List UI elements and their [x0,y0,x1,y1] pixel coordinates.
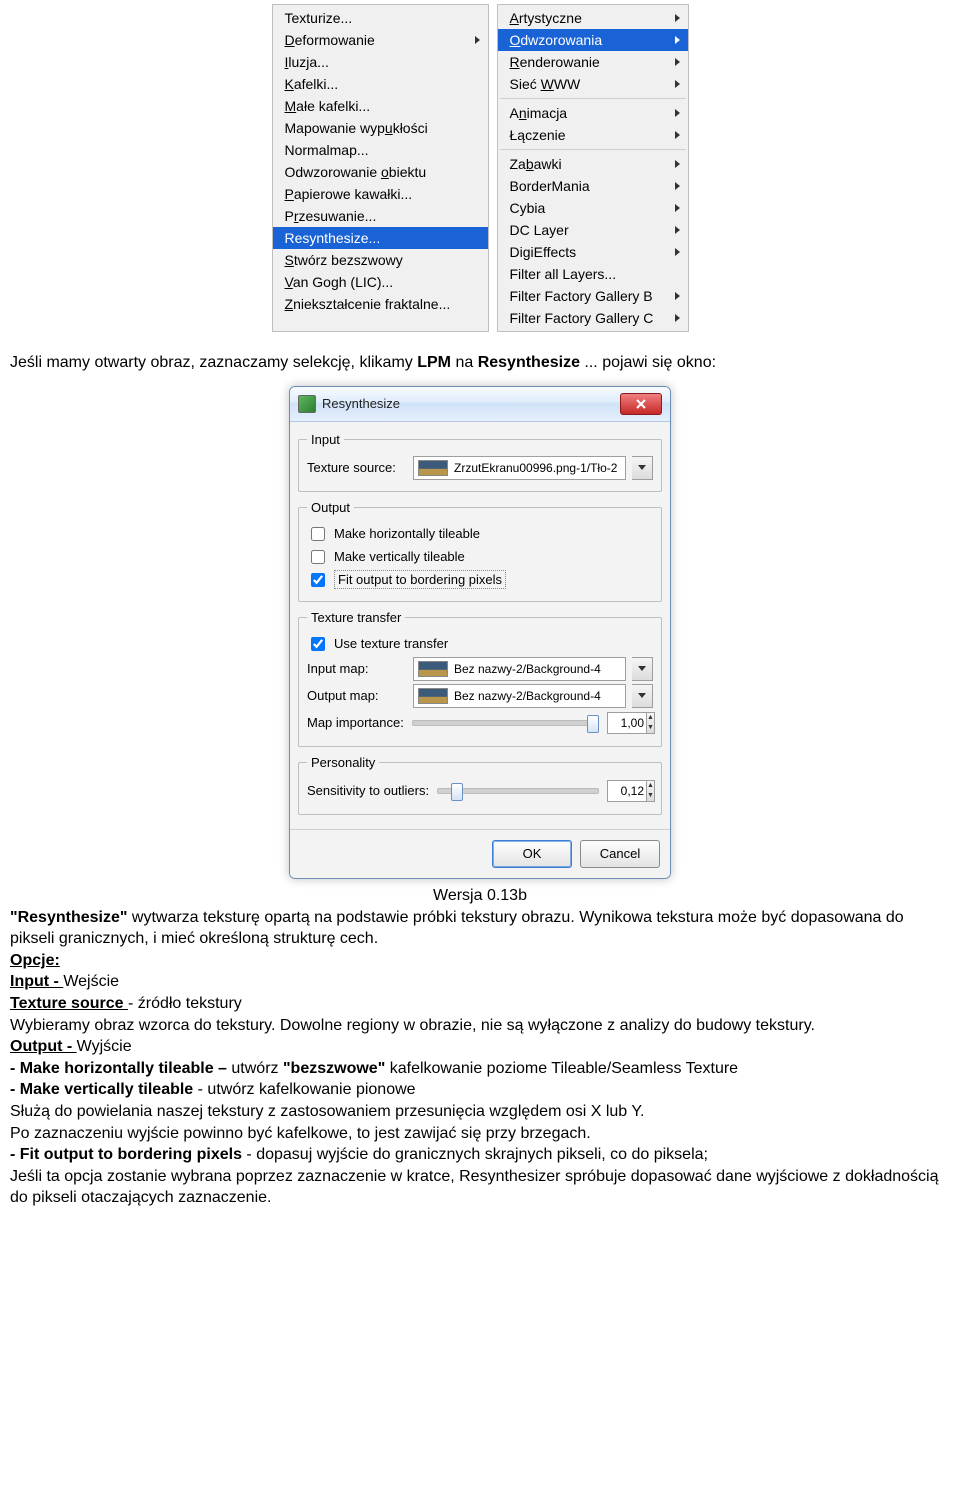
thumbnail-icon [418,661,448,677]
output-map-value: Bez nazwy-2/Background-4 [454,689,601,703]
map-importance-label: Map importance: [307,715,404,730]
output-map-label: Output map: [307,688,407,703]
menu-item-cybia[interactable]: Cybia [498,197,688,219]
menu-item-papierowe[interactable]: Papierowe kawałki... [273,183,488,205]
close-icon[interactable] [620,393,662,415]
chevron-up-icon[interactable]: ▲ [647,781,654,791]
menu-item-male-kafelki[interactable]: Małe kafelki... [273,95,488,117]
chevron-down-icon[interactable] [632,684,653,708]
menu-item-bezszwowy[interactable]: Stwórz bezszwowy [273,249,488,271]
menu-item-laczenie[interactable]: Łączenie [498,124,688,146]
menu-item-texturize[interactable]: Texturize... [273,7,488,29]
dialog-title: Resynthesize [322,396,620,411]
menu-item-dc-layer[interactable]: DC Layer [498,219,688,241]
chk-v-tileable[interactable]: Make vertically tileable [307,547,653,567]
legend-output: Output [307,500,354,515]
texture-source-value: ZrzutEkranu00996.png-1/Tło-2 [454,461,617,475]
input-map-label: Input map: [307,661,407,676]
input-map-value: Bez nazwy-2/Background-4 [454,662,601,676]
chk-h-tileable[interactable]: Make horizontally tileable [307,524,653,544]
legend-transfer: Texture transfer [307,610,405,625]
menu-item-zabawki[interactable]: Zabawki [498,153,688,175]
menu-item-siec-www[interactable]: Sieć WWW [498,73,688,95]
menu-item-artystyczne[interactable]: Artystyczne [498,7,688,29]
menu-item-odwzorowanie-obiektu[interactable]: Odwzorowanie obiektu [273,161,488,183]
sensitivity-label: Sensitivity to outliers: [307,783,429,798]
fieldset-texture-transfer: Texture transfer Use texture transfer In… [298,610,662,747]
chevron-down-icon[interactable] [632,456,653,480]
menu-item-przesuwanie[interactable]: Przesuwanie... [273,205,488,227]
chk-use-transfer[interactable]: Use texture transfer [307,634,653,654]
input-map-combo[interactable]: Bez nazwy-2/Background-4 [413,657,626,681]
menu-item-kafelki[interactable]: Kafelki... [273,73,488,95]
menu-item-animacja[interactable]: Animacja [498,102,688,124]
thumbnail-icon [418,688,448,704]
menu-item-bordermania[interactable]: BorderMania [498,175,688,197]
chk-fit-output[interactable]: Fit output to bordering pixels [307,570,653,590]
map-importance-slider[interactable] [412,720,599,726]
menu-screenshot: Texturize...DeformowanieIluzja...Kafelki… [0,0,960,332]
menu-item-digieffects[interactable]: DigiEffects [498,241,688,263]
menu-item-renderowanie[interactable]: Renderowanie [498,51,688,73]
menu-item-ffgc[interactable]: Filter Factory Gallery C [498,307,688,329]
menu-item-odwzorowania[interactable]: Odwzorowania [498,29,688,51]
map-importance-spinner[interactable]: ▲▼ [607,712,653,734]
chevron-down-icon[interactable] [632,657,653,681]
sensitivity-slider[interactable] [437,788,599,794]
cancel-button[interactable]: Cancel [580,840,660,868]
version-label: Wersja 0.13b [0,883,960,905]
menu-item-resynthesize[interactable]: Resynthesize... [273,227,488,249]
legend-input: Input [307,432,344,447]
thumbnail-icon [418,460,448,476]
submenu-right: ArtystyczneOdwzorowaniaRenderowanieSieć … [497,4,689,332]
menu-separator [500,98,686,99]
fieldset-output: Output Make horizontally tileable Make v… [298,500,662,602]
slider-handle[interactable] [587,715,599,733]
chevron-down-icon[interactable]: ▼ [647,791,654,801]
fieldset-input: Input Texture source: ZrzutEkranu00996.p… [298,432,662,492]
sensitivity-spinner[interactable]: ▲▼ [607,780,653,802]
description-block: "Resynthesize" wytwarza teksturę opartą … [0,905,960,1219]
menu-separator [500,149,686,150]
menu-item-filter-all[interactable]: Filter all Layers... [498,263,688,285]
chevron-down-icon[interactable]: ▼ [647,723,654,733]
submenu-left: Texturize...DeformowanieIluzja...Kafelki… [272,4,489,332]
chevron-up-icon[interactable]: ▲ [647,713,654,723]
menu-item-znieksztalcenie[interactable]: Zniekształcenie fraktalne... [273,293,488,315]
texture-source-combo[interactable]: ZrzutEkranu00996.png-1/Tło-2 [413,456,626,480]
menu-item-deformowanie[interactable]: Deformowanie [273,29,488,51]
fieldset-personality: Personality Sensitivity to outliers: ▲▼ [298,755,662,815]
ok-button[interactable]: OK [492,840,572,868]
app-icon [298,395,316,413]
menu-item-mapowanie[interactable]: Mapowanie wypukłości [273,117,488,139]
slider-handle[interactable] [451,783,463,801]
resynthesize-dialog: Resynthesize Input Texture source: Zrzut… [289,386,671,879]
texture-source-label: Texture source: [307,460,407,475]
output-map-combo[interactable]: Bez nazwy-2/Background-4 [413,684,626,708]
menu-item-iluzja[interactable]: Iluzja... [273,51,488,73]
dialog-titlebar[interactable]: Resynthesize [290,387,670,422]
paragraph-intro: Jeśli mamy otwarty obraz, zaznaczamy sel… [0,332,960,380]
legend-personality: Personality [307,755,379,770]
menu-item-van-gogh[interactable]: Van Gogh (LIC)... [273,271,488,293]
menu-item-normalmap[interactable]: Normalmap... [273,139,488,161]
menu-item-ffgb[interactable]: Filter Factory Gallery B [498,285,688,307]
